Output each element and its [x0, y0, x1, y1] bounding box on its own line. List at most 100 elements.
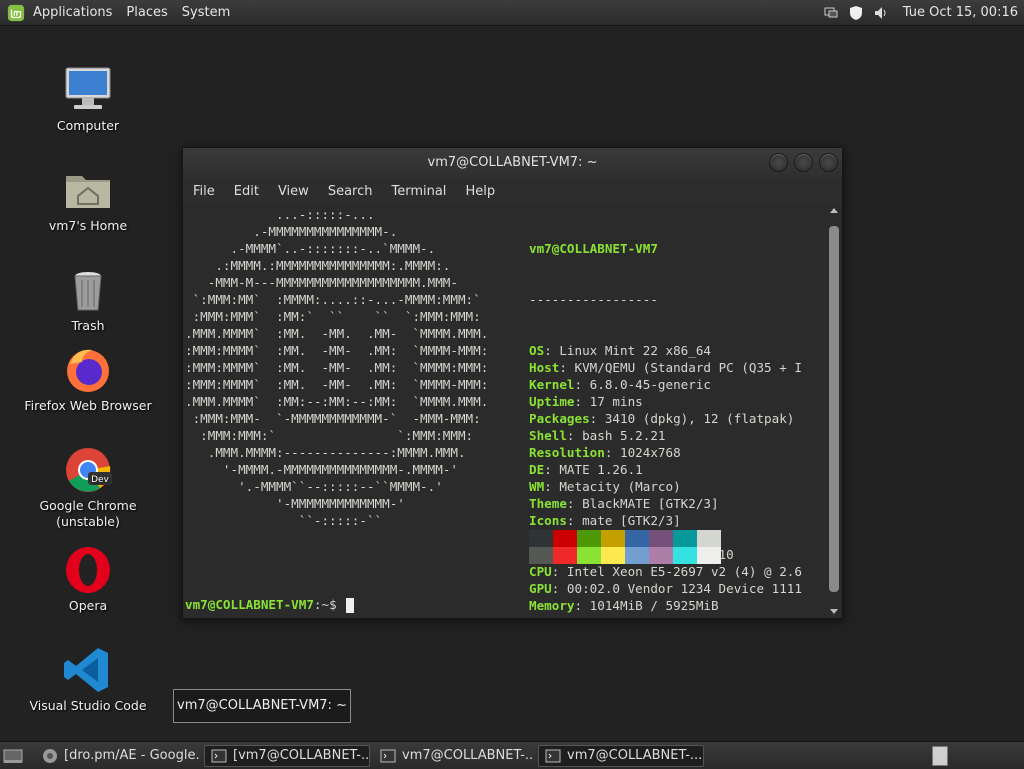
close-button[interactable] — [819, 153, 838, 172]
palette-swatch — [673, 547, 697, 564]
maximize-button[interactable] — [794, 153, 813, 172]
ascii-line: -MMM-M---MMMMMMMMMMMMMMMMMMM.MMM- — [207, 275, 458, 290]
info-value: : MATE 1.26.1 — [544, 462, 643, 477]
scroll-up-arrow-icon[interactable] — [830, 208, 838, 213]
workspace-switcher[interactable] — [932, 746, 948, 766]
terminal-titlebar[interactable]: vm7@COLLABNET-VM7: ~ — [183, 148, 842, 178]
palette-swatch — [553, 547, 577, 564]
menu-applications[interactable]: Applications — [33, 5, 112, 20]
ascii-line: :MMM:MMM- `-MMMMMMMMMMMM-` -MMM-MMM: — [192, 411, 481, 426]
prompt-path: :~$ — [313, 597, 337, 612]
info-line: GPU: 00:02.0 Vendor 1234 Device 1111 — [529, 580, 802, 597]
clock[interactable]: Tue Oct 15, 00:16 — [903, 5, 1018, 20]
window-controls — [769, 153, 838, 172]
terminal-menubar: File Edit View Search Terminal Help — [183, 178, 842, 204]
home-folder-icon — [66, 176, 110, 208]
ascii-line: .-MMMMMMMMMMMMMMM-. — [253, 224, 398, 239]
desktop-icon-chrome[interactable]: Dev Google Chrome (unstable) — [13, 444, 163, 530]
task-terminal-3[interactable]: vm7@COLLABNET-... — [538, 744, 704, 767]
info-line: Packages: 3410 (dpkg), 12 (flatpak) — [529, 410, 802, 427]
scroll-down-arrow-icon[interactable] — [830, 609, 838, 614]
info-value: : 3410 (dpkg), 12 (flatpak) — [589, 411, 795, 426]
taskbar-tooltip: vm7@COLLABNET-VM7: ~ — [173, 689, 351, 723]
network-icon[interactable] — [823, 5, 839, 21]
desktop-icon-computer[interactable]: Computer — [13, 64, 163, 134]
menu-file[interactable]: File — [193, 184, 215, 199]
palette-swatch — [625, 530, 649, 547]
terminal-scrollbar[interactable] — [826, 204, 842, 618]
info-value: : 6.8.0-45-generic — [574, 377, 711, 392]
shell-prompt[interactable]: vm7@COLLABNET-VM7:~$ — [185, 596, 355, 613]
terminal-window[interactable]: vm7@COLLABNET-VM7: ~ File Edit View Sear… — [182, 147, 843, 619]
palette-swatch — [601, 547, 625, 564]
opera-icon — [66, 547, 110, 593]
ascii-line: .-MMMM`..-:::::::-..`MMMM-. — [230, 241, 436, 256]
minimize-button[interactable] — [769, 153, 788, 172]
palette-swatch — [553, 530, 577, 547]
svg-text:Dev: Dev — [91, 475, 109, 485]
scroll-thumb[interactable] — [829, 226, 839, 592]
menu-edit[interactable]: Edit — [234, 184, 259, 199]
palette-swatch — [697, 547, 721, 564]
info-line: Shell: bash 5.2.21 — [529, 427, 802, 444]
task-chrome[interactable]: [dro.pm/AE - Google... — [36, 745, 200, 767]
ascii-line: :MMM:MMMM` :MM. -MM- .MM: `MMMM-MMM: — [185, 343, 489, 358]
palette-swatch — [577, 530, 601, 547]
info-key: Icons — [529, 513, 567, 528]
shield-icon[interactable] — [849, 5, 863, 21]
task-label: vm7@COLLABNET-... — [402, 748, 534, 763]
desktop-icon-label: Opera — [68, 598, 108, 613]
info-value: : Linux Mint 22 x86_64 — [544, 343, 711, 358]
ascii-line: :MMM:MMMM` :MM. -MM- .MM: `MMMM-MMM: — [185, 377, 489, 392]
palette-swatch — [601, 530, 625, 547]
info-key: Memory — [529, 598, 575, 613]
vscode-icon — [64, 648, 108, 692]
menu-search[interactable]: Search — [328, 184, 373, 199]
info-value: : 1024x768 — [604, 445, 681, 460]
show-desktop-icon[interactable] — [2, 746, 24, 766]
palette-swatch — [649, 530, 673, 547]
task-terminal-2[interactable]: vm7@COLLABNET-... — [374, 745, 534, 767]
desktop-icon-opera[interactable]: Opera — [13, 544, 163, 614]
info-line: OS: Linux Mint 22 x86_64 — [529, 342, 802, 359]
task-label: [dro.pm/AE - Google... — [64, 748, 200, 763]
ascii-line: .:MMMM.:MMMMMMMMMMMMMMM:.MMMM:. — [215, 258, 451, 273]
terminal-output[interactable]: ...-:::::-... .-MMMMMMMMMMMMMMM-. .-MMMM… — [183, 204, 826, 618]
desktop-icon-firefox[interactable]: Firefox Web Browser — [13, 344, 163, 414]
ascii-line: '.-MMMM``--:::::--``MMMM-.' — [238, 479, 443, 494]
palette-swatch — [673, 530, 697, 547]
task-terminal-1[interactable]: [vm7@COLLABNET-... — [204, 744, 370, 767]
info-line: Icons: mate [GTK2/3] — [529, 512, 802, 529]
ascii-line: ...-:::::-... — [275, 207, 375, 222]
text-cursor — [346, 598, 355, 613]
system-tray: Tue Oct 15, 00:16 — [823, 0, 1018, 25]
info-value: : mate [GTK2/3] — [566, 513, 681, 528]
info-key: Kernel — [529, 377, 575, 392]
menu-terminal[interactable]: Terminal — [391, 184, 446, 199]
info-value: : BlackMATE [GTK2/3] — [566, 496, 719, 511]
mint-logo-icon[interactable] — [7, 4, 25, 22]
palette-row — [529, 530, 721, 547]
menu-view[interactable]: View — [278, 184, 309, 199]
info-line: Memory: 1014MiB / 5925MiB — [529, 597, 802, 614]
info-key: OS — [529, 343, 545, 358]
info-value: : bash 5.2.21 — [566, 428, 666, 443]
chrome-icon — [43, 748, 57, 763]
desktop-icon-trash[interactable]: Trash — [13, 264, 163, 334]
desktop-icon-vscode[interactable]: Visual Studio Code — [13, 644, 163, 714]
menu-places[interactable]: Places — [126, 5, 167, 20]
terminal-icon — [545, 749, 561, 762]
info-line: Host: KVM/QEMU (Standard PC (Q35 + I — [529, 359, 802, 376]
info-value: : 00:02.0 Vendor 1234 Device 1111 — [551, 581, 802, 596]
info-key: Shell — [529, 428, 567, 443]
info-line: WM: Metacity (Marco) — [529, 478, 802, 495]
color-palette — [529, 530, 721, 564]
palette-swatch — [577, 547, 601, 564]
menu-help[interactable]: Help — [465, 184, 495, 199]
terminal-icon — [211, 749, 227, 762]
desktop-icon-home[interactable]: vm7's Home — [13, 164, 163, 234]
task-label: [vm7@COLLABNET-... — [233, 748, 370, 763]
volume-icon[interactable] — [873, 5, 889, 21]
menu-system[interactable]: System — [182, 5, 230, 20]
computer-icon — [65, 67, 111, 109]
